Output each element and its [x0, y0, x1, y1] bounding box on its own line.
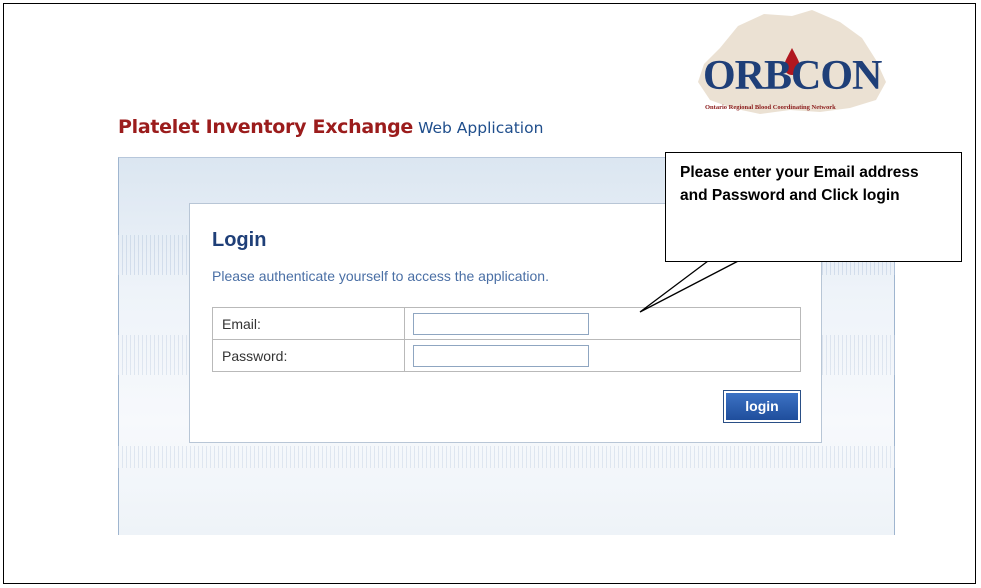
instruction-callout: Please enter your Email address and Pass… [665, 152, 962, 262]
callout-pointer [639, 257, 745, 313]
